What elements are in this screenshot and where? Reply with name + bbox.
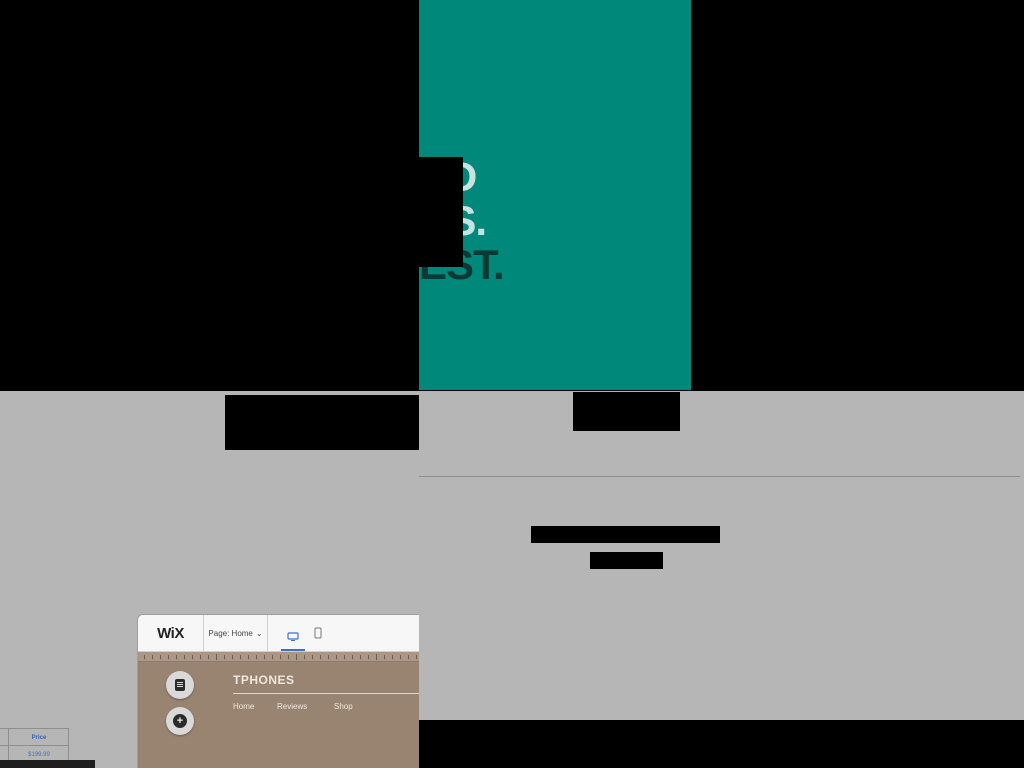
page-selector[interactable]: Page: Home ⌄: [204, 615, 268, 652]
screenshot-root: D US. EST. WiX Page: Home ⌄: [0, 0, 1024, 768]
chevron-down-icon: ⌄: [255, 629, 263, 638]
redaction-block: [531, 526, 720, 543]
site-nav-shop[interactable]: Shop: [334, 702, 353, 711]
table-row: Price: [0, 729, 69, 746]
site-title: TPHONES: [233, 673, 295, 687]
redaction-block: [590, 552, 663, 569]
desktop-view-indicator: [281, 649, 305, 651]
wix-ruler: [138, 652, 419, 662]
add-icon[interactable]: +: [166, 707, 194, 735]
desktop-view-icon[interactable]: [281, 625, 305, 649]
grey-panel-right: [419, 391, 1024, 720]
wix-site-canvas: + TPHONES Home Reviews Shop: [138, 662, 419, 768]
pages-icon[interactable]: [166, 671, 194, 699]
wix-topbar: WiX Page: Home ⌄: [138, 615, 419, 652]
mobile-view-icon[interactable]: [310, 625, 326, 641]
price-table-fragment: Price $199.99: [0, 728, 69, 763]
site-nav-home[interactable]: Home: [233, 702, 254, 711]
wix-logo: WiX: [138, 615, 204, 652]
wix-editor-preview: WiX Page: Home ⌄ + TPHONES Home Reviews …: [137, 614, 419, 768]
redaction-block: [573, 392, 680, 431]
page-selector-label: Page: Home: [208, 629, 253, 638]
site-header-rule: [233, 693, 419, 694]
dark-strip: [0, 760, 95, 768]
divider: [419, 476, 1020, 477]
redaction-block: [419, 157, 463, 267]
site-nav-reviews[interactable]: Reviews: [277, 702, 307, 711]
price-header: Price: [31, 734, 47, 741]
table-divider: [8, 729, 9, 763]
redaction-block: [225, 395, 419, 450]
black-bottom-band: [419, 720, 1024, 768]
